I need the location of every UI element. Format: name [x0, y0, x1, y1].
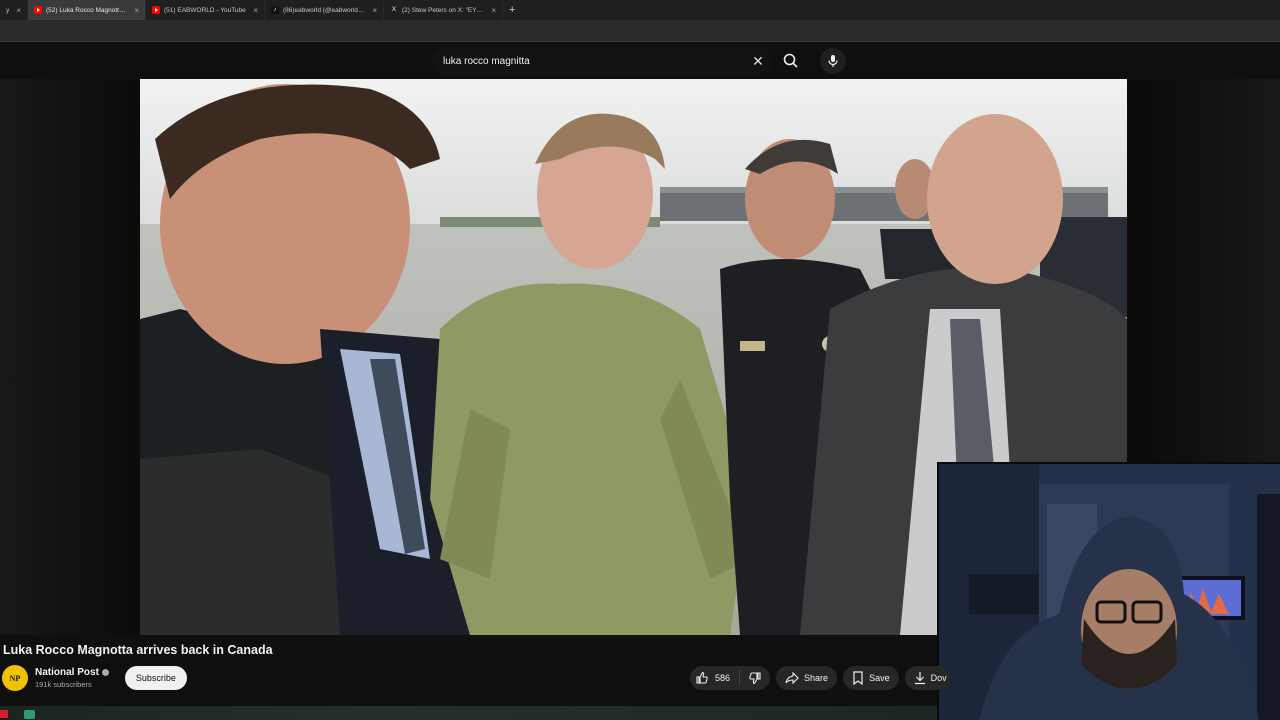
subscriber-count: 191k subscribers	[35, 680, 92, 689]
video-title: Luka Rocco Magnotta arrives back in Cana…	[3, 643, 273, 657]
search-button[interactable]	[778, 47, 804, 75]
close-icon[interactable]: ×	[128, 6, 139, 15]
dislike-button[interactable]	[740, 671, 770, 685]
tab-title: (51) EABWORLD - YouTube	[164, 6, 246, 14]
tab-title: (86)eabworld (@eabworld) | Ti	[283, 6, 367, 14]
tab-tiktok[interactable]: ♪ (86)eabworld (@eabworld) | Ti ×	[265, 0, 384, 20]
thumbs-up-icon	[696, 671, 708, 684]
microphone-icon	[828, 55, 838, 67]
subscribe-button[interactable]: Subscribe	[124, 666, 187, 690]
close-icon[interactable]: ×	[366, 6, 377, 15]
download-label: Dov	[930, 673, 947, 683]
tab-partial[interactable]: y ×	[0, 0, 28, 20]
tab-title: y	[6, 6, 10, 14]
search-icon	[783, 53, 798, 68]
verified-icon	[101, 669, 109, 676]
x-icon: X	[391, 7, 396, 13]
save-label: Save	[869, 673, 890, 683]
thumbs-down-icon	[749, 672, 761, 685]
like-button[interactable]: 586	[690, 670, 741, 686]
webcam-overlay	[937, 462, 1280, 720]
browser-toolbar	[0, 20, 1280, 42]
download-button[interactable]: Dov	[904, 666, 951, 690]
browser-tab-bar: y × (52) Luka Rocco Magnotta arriv × (51…	[0, 0, 1280, 20]
search-input[interactable]	[443, 55, 723, 67]
taskbar-green-icon[interactable]	[24, 710, 35, 719]
webcam-image	[939, 464, 1280, 720]
bookmark-icon	[853, 671, 863, 685]
download-icon	[914, 672, 925, 685]
tab-title: (2) Stew Peters on X: "EYES OF	[402, 6, 486, 14]
like-count: 586	[715, 673, 731, 683]
voice-search-button[interactable]	[820, 48, 846, 74]
close-icon[interactable]: ×	[247, 6, 258, 15]
youtube-header: ✕	[0, 43, 1280, 79]
share-icon	[785, 672, 799, 684]
channel-name-row[interactable]: National Post	[35, 667, 109, 678]
like-dislike-group: 586	[690, 666, 771, 690]
close-icon[interactable]: ×	[10, 6, 21, 15]
save-button[interactable]: Save	[843, 666, 899, 690]
channel-avatar[interactable]: NP	[2, 665, 28, 691]
clear-search-icon[interactable]: ✕	[750, 53, 766, 69]
tab-youtube-eabworld[interactable]: (51) EABWORLD - YouTube ×	[146, 0, 265, 20]
tab-title: (52) Luka Rocco Magnotta arriv	[46, 6, 129, 14]
youtube-icon	[34, 6, 42, 14]
tab-x[interactable]: X (2) Stew Peters on X: "EYES OF ×	[384, 0, 503, 20]
tab-youtube-magnotta[interactable]: (52) Luka Rocco Magnotta arriv ×	[28, 0, 146, 20]
close-icon[interactable]: ×	[485, 6, 496, 15]
channel-name[interactable]: National Post	[35, 667, 99, 678]
tiktok-icon: ♪	[271, 6, 279, 14]
channel-row: NP National Post 191k subscribers Subscr…	[2, 665, 187, 691]
video-actions: 586 Share Save Dov	[690, 666, 951, 690]
bottom-strip	[0, 706, 937, 720]
share-label: Share	[804, 673, 829, 683]
channel-info: National Post 191k subscribers	[35, 667, 109, 689]
share-button[interactable]: Share	[776, 666, 838, 690]
youtube-icon	[152, 6, 160, 14]
search-box[interactable]: ✕	[432, 47, 772, 75]
new-tab-button[interactable]: +	[503, 4, 521, 16]
taskbar-red-icon[interactable]	[0, 710, 8, 718]
